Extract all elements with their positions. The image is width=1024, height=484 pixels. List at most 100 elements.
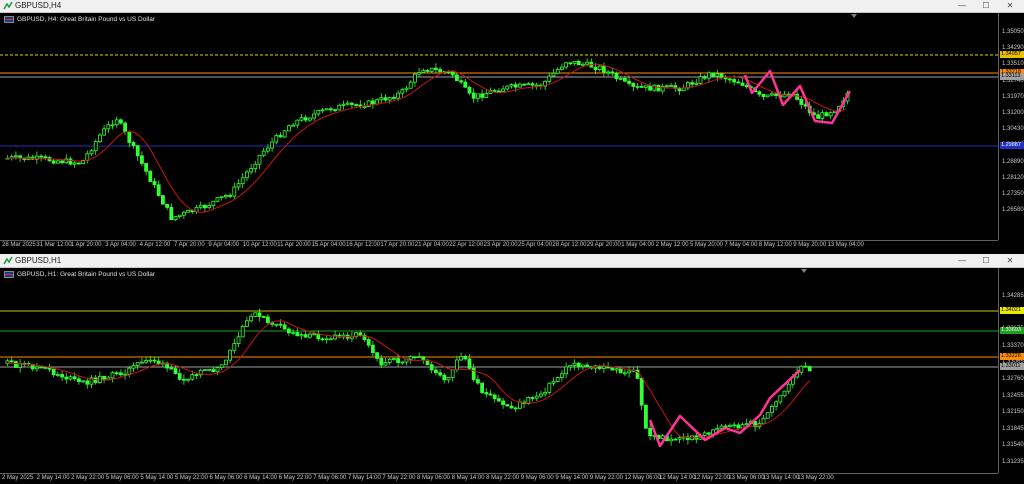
time-tick-label: 6 May 14:00 (244, 475, 278, 481)
candle (698, 73, 703, 85)
candle (572, 359, 577, 371)
candle (471, 363, 476, 382)
time-tick-label: 12 May 22:00 (693, 475, 731, 481)
time-tick-label: 5 May 20:00 (690, 242, 724, 248)
time-tick-label: 17 Apr 20:00 (380, 242, 415, 248)
candle (799, 95, 804, 109)
candle (291, 329, 296, 336)
candle (484, 388, 489, 398)
window-titlebar[interactable]: GBPUSD,H1 — ☐ ✕ (0, 255, 1024, 268)
candles-svg (0, 308, 998, 448)
close-button[interactable]: ✕ (999, 255, 1021, 267)
candle (85, 150, 90, 164)
maximize-button[interactable]: ☐ (975, 0, 997, 12)
candle (740, 78, 745, 87)
time-tick-label: 6 May 06:00 (209, 475, 243, 481)
candle (547, 72, 552, 84)
chart-app-icon (3, 1, 13, 10)
close-button[interactable]: ✕ (999, 0, 1021, 12)
candle (555, 67, 560, 75)
candle (5, 358, 10, 367)
minimize-button[interactable]: — (951, 255, 973, 267)
price-axis[interactable]: 1.342851.339801.336751.333701.330651.327… (998, 268, 1024, 473)
candle (623, 369, 627, 377)
candle (446, 377, 451, 384)
time-tick-label: 8 May 22:00 (486, 475, 520, 481)
candle (18, 359, 23, 373)
candle (551, 377, 556, 386)
candle (694, 78, 699, 86)
candle (333, 109, 338, 112)
candle (299, 113, 304, 122)
candle (761, 93, 766, 101)
price-tick-label: 1.31235 (1002, 459, 1024, 465)
candle (631, 82, 636, 92)
candle (652, 84, 657, 92)
time-tick-label: 15 Apr 04:00 (311, 242, 346, 248)
candle (429, 362, 434, 374)
candle (232, 182, 237, 200)
time-tick-label: 31 Mar 12:00 (36, 242, 72, 248)
time-tick-label: 28 Apr 12:00 (552, 242, 587, 248)
candle (433, 367, 438, 376)
candle (337, 332, 342, 339)
price-tick-label: 1.34285 (1002, 293, 1024, 299)
price-axis[interactable]: 1.35050 1.34290 1.33510 1.32740 1.31970 1.312… (998, 13, 1024, 240)
chart-window-h1[interactable]: GBPUSD,H1 — ☐ ✕ GBPUSD, H1: Great Britai… (0, 255, 1024, 484)
candle (450, 369, 455, 382)
candle (249, 313, 254, 323)
candle (349, 101, 354, 109)
window-titlebar[interactable]: GBPUSD,H4 — ☐ ✕ (0, 0, 1024, 13)
candle (513, 406, 518, 413)
candle (530, 82, 535, 90)
maximize-button[interactable]: ☐ (975, 255, 997, 267)
price-chart-area[interactable]: GBPUSD, H1: Great Britain Pound vs US Do… (0, 268, 998, 473)
candle (417, 352, 422, 359)
candle (320, 337, 325, 342)
candle (81, 380, 85, 384)
candle (68, 156, 73, 166)
candle (677, 436, 682, 444)
candle (648, 82, 652, 91)
candle (518, 398, 522, 410)
candle (602, 363, 606, 373)
candle (144, 357, 149, 364)
candle (56, 371, 60, 377)
candle (56, 159, 60, 164)
candle (757, 90, 762, 97)
candle (324, 108, 329, 111)
candle (152, 177, 157, 189)
candle (723, 423, 728, 428)
price-tick-label: 1.33370 (1002, 342, 1024, 349)
candle (669, 434, 673, 446)
candle (379, 93, 384, 103)
candle (438, 368, 443, 378)
candle (627, 76, 631, 87)
price-tag: 1.33011 (1000, 363, 1024, 370)
candle (114, 116, 119, 128)
chart-window-h4[interactable]: GBPUSD,H4 — ☐ ✕ GBPUSD, H4: Great Britai… (0, 0, 1024, 254)
chart-app-icon (3, 256, 13, 265)
minimize-button[interactable]: — (951, 0, 973, 12)
candle (774, 93, 778, 99)
price-chart-area[interactable]: GBPUSD, H4: Great Britain Pound vs US Do… (0, 13, 998, 240)
time-tick-label: 2 May 2025 (2, 475, 34, 481)
candle (26, 153, 31, 161)
candle (391, 94, 396, 100)
time-axis[interactable]: 28 Mar 2025 31 Mar 12:00 1 Apr 20:00 3 Apr … (0, 240, 998, 251)
time-tick-label: 12 May 06:00 (624, 475, 661, 481)
time-axis[interactable]: 2 May 2025 2 May 14:00 2 May 22:00 5 May 06… (0, 473, 998, 484)
candle (757, 419, 762, 430)
candle (442, 372, 447, 384)
time-tick-label: 1 May 04:00 (621, 242, 655, 248)
price-tick-label: 1.28120 (1002, 174, 1024, 181)
candle (560, 63, 564, 71)
candle (139, 151, 144, 167)
candle (375, 352, 380, 362)
time-tick-label: 7 May 22:00 (382, 475, 416, 481)
candle (560, 370, 564, 382)
candle (202, 369, 207, 372)
candle (265, 314, 270, 325)
candle (89, 374, 94, 389)
time-tick-label: 28 Mar 2025 (2, 242, 36, 248)
